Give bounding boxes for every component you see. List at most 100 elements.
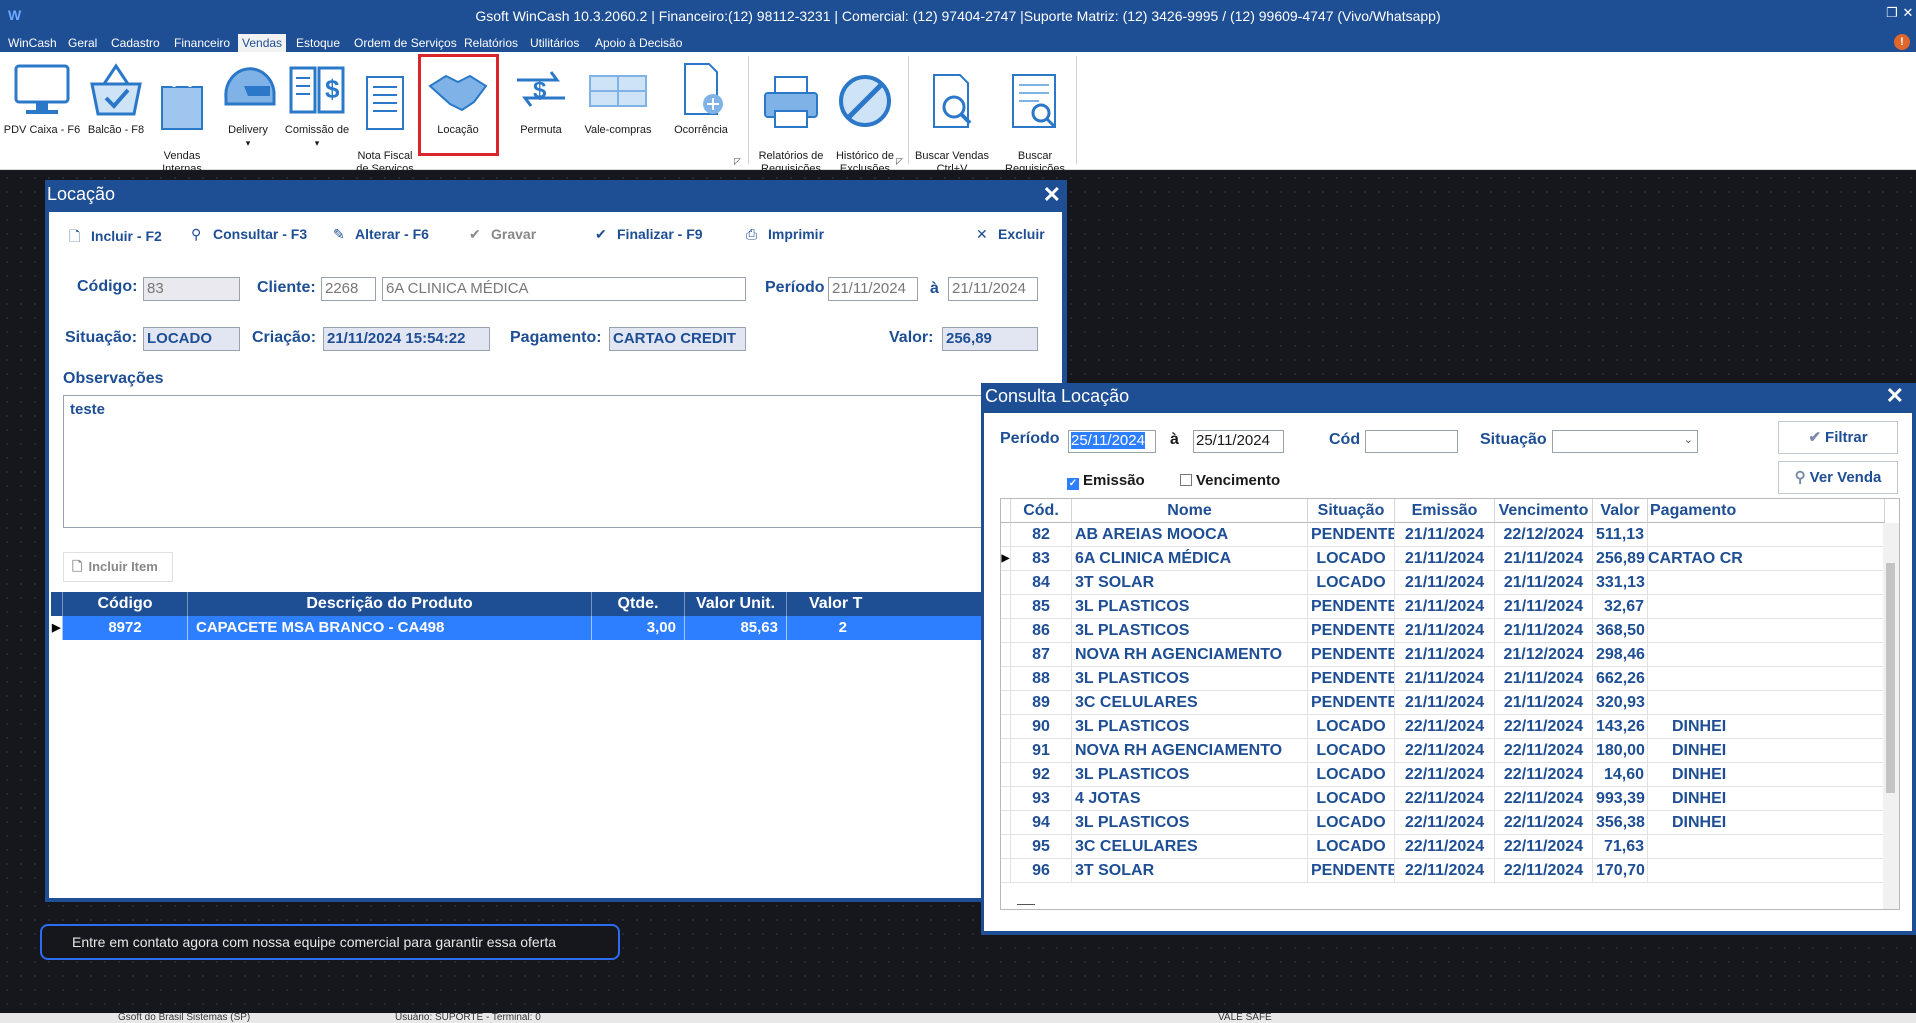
cell-emissao: 22/11/2024 bbox=[1395, 715, 1495, 739]
menu-wincash[interactable]: WinCash bbox=[4, 34, 61, 52]
table-row[interactable]: 95 3C CELULARES LOCADO 22/11/2024 22/11/2024… bbox=[1001, 835, 1899, 859]
table-row[interactable]: 93 4 JOTAS LOCADO 22/11/2024 22/11/2024 993,3… bbox=[1001, 787, 1899, 811]
cliente-label: Cliente: bbox=[257, 279, 316, 296]
ribbon-comissao[interactable]: $ Comissão de ▾ bbox=[282, 58, 352, 150]
vencimento-label: Vencimento bbox=[1196, 472, 1281, 489]
column-header-valor[interactable]: Valor bbox=[1593, 499, 1648, 523]
table-row[interactable]: 86 3L PLASTICOS PENDENTE 21/11/2024 21/11/20… bbox=[1001, 619, 1899, 643]
table-row[interactable]: 92 3L PLASTICOS LOCADO 22/11/2024 22/11/2024… bbox=[1001, 763, 1899, 787]
ribbon-vendas-internas[interactable]: Vendas Internas bbox=[150, 58, 214, 176]
scrollbar-thumb[interactable] bbox=[1886, 563, 1895, 793]
menu-relatorios[interactable]: Relatórios bbox=[460, 34, 522, 52]
ribbon-pdv-caixa[interactable]: PDV Caixa - F6 bbox=[2, 58, 82, 137]
search-document-icon bbox=[933, 74, 972, 128]
column-header-valor-unit[interactable]: Valor Unit. bbox=[685, 592, 787, 616]
table-row[interactable]: 90 3L PLASTICOS LOCADO 22/11/2024 22/11/2024… bbox=[1001, 715, 1899, 739]
observacoes-label: Observações bbox=[63, 370, 164, 387]
horizontal-scroll-indicator[interactable] bbox=[1017, 904, 1035, 905]
codigo-field[interactable]: 83 bbox=[143, 277, 240, 301]
ribbon-delivery[interactable]: Delivery ▾ bbox=[214, 58, 282, 150]
finalizar-button[interactable]: ✔ Finalizar - F9 bbox=[595, 226, 703, 243]
incluir-item-button[interactable]: 🗋 Incluir Item bbox=[63, 552, 173, 582]
row-pointer-icon: ▶ bbox=[51, 616, 63, 640]
cell-situacao: PENDENTE bbox=[1308, 619, 1395, 643]
criacao-field[interactable]: 21/11/2024 15:54:22 bbox=[323, 327, 490, 351]
column-header-pagamento[interactable]: Pagamento bbox=[1648, 499, 1885, 523]
table-row[interactable]: 84 3T SOLAR LOCADO 21/11/2024 21/11/2024 331,… bbox=[1001, 571, 1899, 595]
menu-geral[interactable]: Geral bbox=[64, 34, 101, 52]
cliente-name-field[interactable]: 6A CLINICA MÉDICA bbox=[382, 277, 746, 301]
alterar-button[interactable]: ✎ Alterar - F6 bbox=[333, 226, 429, 243]
table-row[interactable]: 88 3L PLASTICOS PENDENTE 21/11/2024 21/11/20… bbox=[1001, 667, 1899, 691]
gravar-button[interactable]: ✔ Gravar bbox=[469, 226, 536, 243]
ribbon-nota-fiscal[interactable]: Nota Fiscal de Serviços bbox=[352, 58, 418, 176]
cell-pagamento bbox=[1648, 859, 1885, 883]
column-header-descricao[interactable]: Descrição do Produto bbox=[188, 592, 592, 616]
table-row[interactable]: 94 3L PLASTICOS LOCADO 22/11/2024 22/11/2024… bbox=[1001, 811, 1899, 835]
periodo-end-field[interactable]: 21/11/2024 bbox=[948, 277, 1038, 301]
ribbon-permuta[interactable]: $ Permuta bbox=[506, 58, 576, 137]
cod-input[interactable] bbox=[1365, 430, 1458, 453]
periodo-end-input[interactable]: 25/11/2024 bbox=[1193, 430, 1284, 453]
table-row[interactable]: 87 NOVA RH AGENCIAMENTO PENDENTE 21/11/202… bbox=[1001, 643, 1899, 667]
periodo-start-input[interactable]: 25/11/2024 bbox=[1068, 430, 1156, 453]
observacoes-textarea[interactable]: teste bbox=[63, 395, 1063, 528]
excluir-button[interactable]: ✕ Excluir bbox=[976, 226, 1045, 243]
table-row[interactable]: 89 3C CELULARES PENDENTE 21/11/2024 21/11/20… bbox=[1001, 691, 1899, 715]
pagamento-field[interactable]: CARTAO CREDIT bbox=[609, 327, 746, 351]
group-expand-icon[interactable]: ◸ bbox=[896, 156, 903, 167]
menu-estoque[interactable]: Estoque bbox=[292, 34, 344, 52]
situacao-select[interactable]: ⌄ bbox=[1552, 430, 1698, 453]
menu-utilitarios[interactable]: Utilitários bbox=[526, 34, 583, 52]
ribbon-buscar-vendas[interactable]: Buscar Vendas Ctrl+V bbox=[912, 58, 992, 176]
column-header-vencimento[interactable]: Vencimento bbox=[1495, 499, 1593, 523]
filtrar-button[interactable]: ✔ Filtrar bbox=[1778, 421, 1898, 454]
valor-field[interactable]: 256,89 bbox=[942, 327, 1038, 351]
restore-window-icon[interactable]: ❐ bbox=[1884, 5, 1900, 21]
group-expand-icon[interactable]: ◸ bbox=[734, 156, 741, 167]
row-indicator bbox=[1001, 523, 1011, 547]
ribbon-historico-exclusoes[interactable]: Histórico de Exclusões bbox=[828, 58, 902, 176]
promo-banner[interactable]: Entre em contato agora com nossa equipe … bbox=[40, 924, 620, 960]
table-row[interactable]: ▶ 83 6A CLINICA MÉDICA LOCADO 21/11/2024 21/1… bbox=[1001, 547, 1899, 571]
menu-vendas[interactable]: Vendas bbox=[238, 34, 287, 52]
close-window-icon[interactable]: ✕ bbox=[1900, 5, 1916, 21]
warning-icon[interactable]: ! bbox=[1894, 34, 1910, 50]
ver-venda-button[interactable]: ⚲ Ver Venda bbox=[1778, 461, 1898, 494]
column-header-qtde[interactable]: Qtde. bbox=[592, 592, 685, 616]
locacao-window: Locação ✕ 🗋 Incluir - F2 ⚲ Consultar - F3 … bbox=[45, 180, 1067, 902]
vencimento-checkbox[interactable]: Vencimento bbox=[1180, 472, 1280, 489]
imprimir-button[interactable]: ⎙ Imprimir bbox=[746, 226, 824, 243]
cell-nome: 3C CELULARES bbox=[1072, 691, 1308, 715]
ribbon-buscar-requisicoes[interactable]: Buscar Requisições bbox=[996, 58, 1074, 176]
menu-ordem-de-servicos[interactable]: Ordem de Serviços bbox=[350, 34, 461, 52]
column-header-situacao[interactable]: Situação bbox=[1308, 499, 1395, 523]
table-row[interactable]: 91 NOVA RH AGENCIAMENTO LOCADO 22/11/2024 2… bbox=[1001, 739, 1899, 763]
menu-financeiro[interactable]: Financeiro bbox=[170, 34, 234, 52]
incluir-button[interactable]: 🗋 Incluir - F2 bbox=[69, 226, 162, 250]
table-row[interactable]: 96 3T SOLAR PENDENTE 22/11/2024 22/11/2024 17… bbox=[1001, 859, 1899, 883]
column-header-nome[interactable]: Nome bbox=[1072, 499, 1308, 523]
vertical-scrollbar[interactable] bbox=[1883, 523, 1899, 909]
cliente-code-field[interactable]: 2268 bbox=[321, 277, 376, 301]
periodo-start-field[interactable]: 21/11/2024 bbox=[828, 277, 918, 301]
consultar-button[interactable]: ⚲ Consultar - F3 bbox=[191, 226, 307, 243]
ribbon-vale-compras[interactable]: Vale-compras bbox=[578, 58, 658, 137]
column-header-emissao[interactable]: Emissão bbox=[1395, 499, 1495, 523]
close-icon[interactable]: ✕ bbox=[1043, 182, 1061, 208]
check-icon: ✔ bbox=[469, 226, 481, 242]
column-header-codigo[interactable]: Código bbox=[63, 592, 188, 616]
delete-icon: ✕ bbox=[976, 226, 988, 242]
svg-text:$: $ bbox=[533, 77, 547, 104]
table-row[interactable]: 82 AB AREIAS MOOCA PENDENTE 21/11/2024 22/12… bbox=[1001, 523, 1899, 547]
table-row[interactable]: 85 3L PLASTICOS PENDENTE 21/11/2024 21/11/20… bbox=[1001, 595, 1899, 619]
ribbon-balcao[interactable]: Balcão - F8 bbox=[82, 58, 150, 137]
close-icon[interactable]: ✕ bbox=[1886, 383, 1904, 409]
situacao-field[interactable]: LOCADO bbox=[143, 327, 240, 351]
ribbon-relatorios-requisicoes[interactable]: Relatórios de Requisições bbox=[752, 58, 830, 176]
menu-cadastro[interactable]: Cadastro bbox=[107, 34, 164, 52]
ribbon-ocorrencia[interactable]: Ocorrência bbox=[664, 58, 738, 137]
column-header-cod[interactable]: Cód. bbox=[1011, 499, 1072, 523]
emissao-checkbox[interactable]: ✓ Emissão bbox=[1067, 472, 1145, 490]
menu-apoio-a-decisao[interactable]: Apoio à Decisão bbox=[591, 34, 686, 52]
